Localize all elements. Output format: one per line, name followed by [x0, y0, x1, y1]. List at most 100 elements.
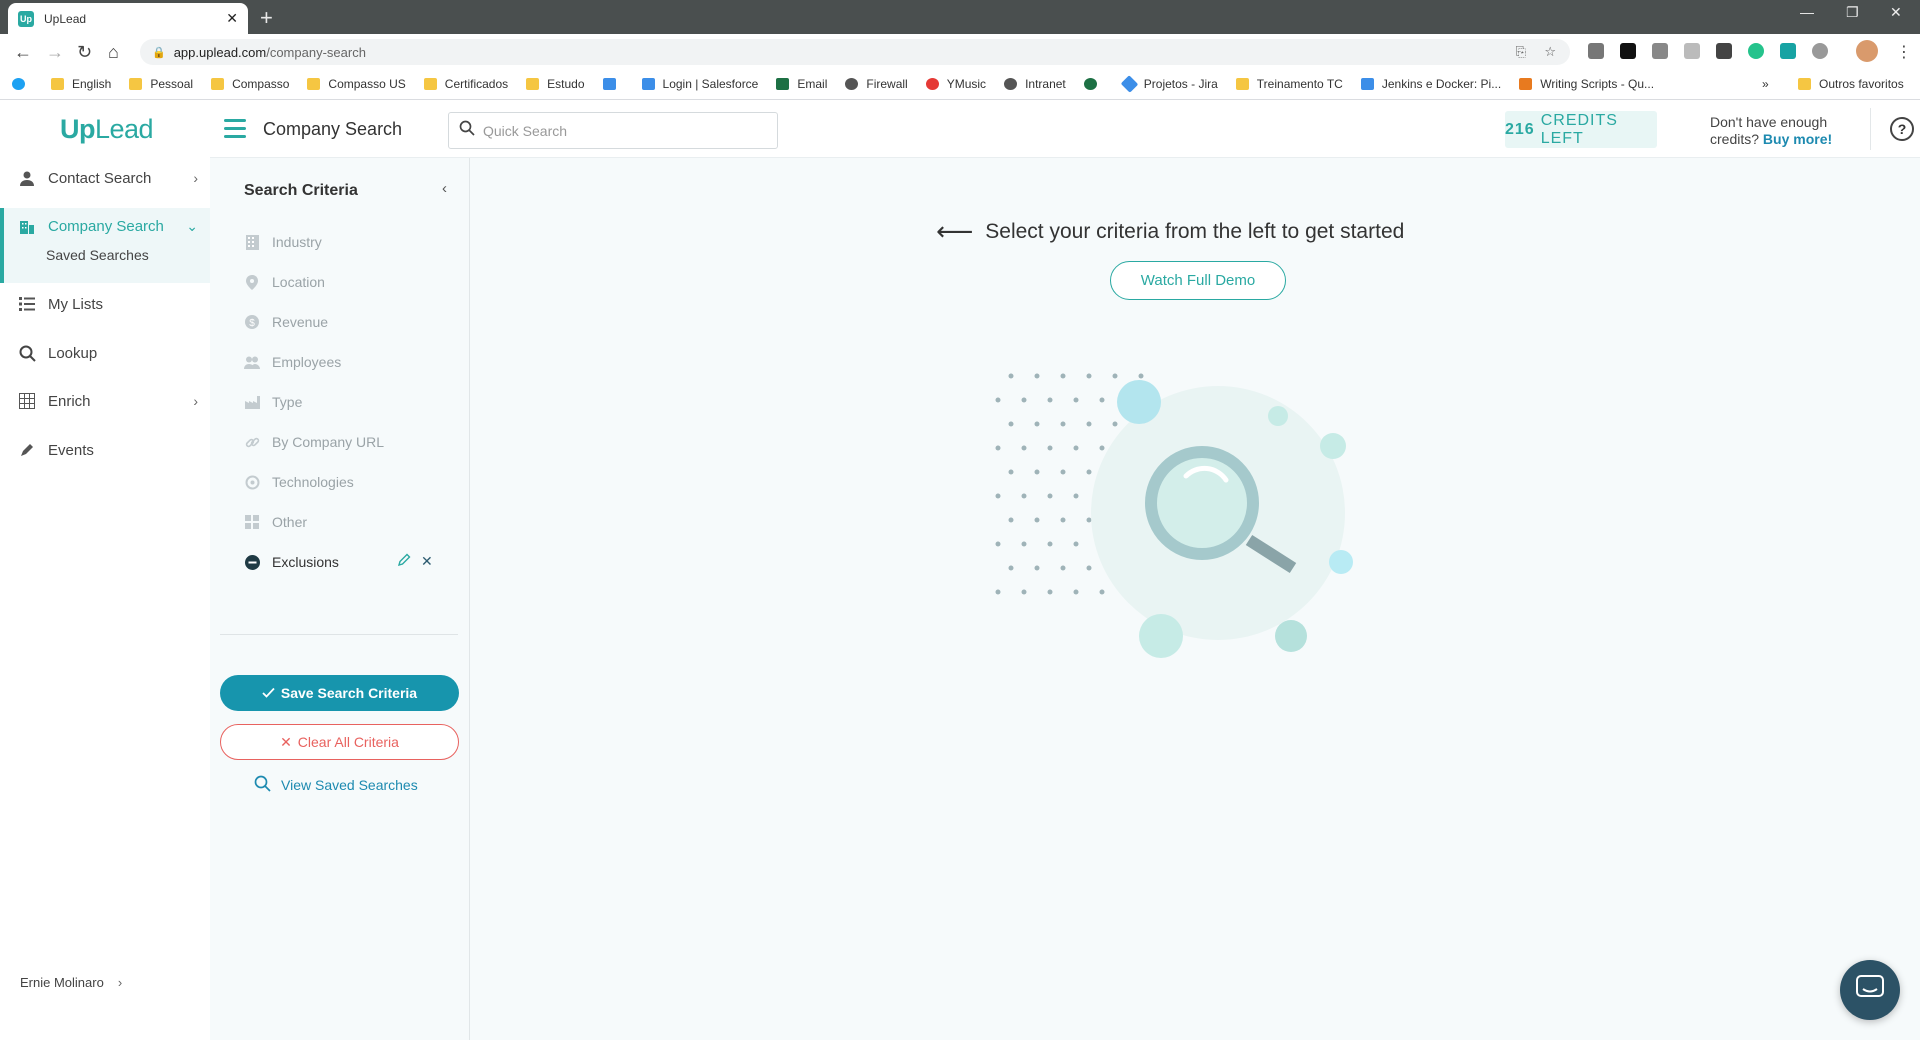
home-icon[interactable]: ⌂ [108, 42, 119, 63]
quick-search-input[interactable] [483, 122, 763, 139]
arrow-left-icon: ⟵ [936, 216, 974, 246]
criteria-item-company-url[interactable]: By Company URL [244, 434, 444, 450]
quick-search-box[interactable] [448, 112, 778, 149]
edit-pencil-icon[interactable] [397, 553, 411, 570]
watch-full-demo-button[interactable]: Watch Full Demo [1110, 261, 1286, 300]
view-saved-searches-link[interactable]: View Saved Searches [254, 775, 418, 795]
reload-icon[interactable]: ↻ [77, 42, 92, 63]
bookmark-twitter[interactable] [12, 78, 33, 90]
lock-icon: 🔒 [152, 46, 166, 59]
link-icon [244, 434, 260, 450]
back-icon[interactable]: ← [14, 42, 32, 63]
bubble [1275, 620, 1307, 652]
new-tab-icon[interactable]: + [260, 5, 273, 31]
bookmark-folder[interactable]: Compasso [211, 77, 289, 91]
bubble [1329, 550, 1353, 574]
building-icon [244, 234, 260, 250]
bookmark-link[interactable]: Writing Scripts - Qu... [1519, 77, 1654, 91]
bookmark-folder[interactable]: Certificados [423, 77, 508, 91]
help-icon[interactable]: ? [1890, 117, 1914, 141]
profile-avatar[interactable] [1856, 40, 1878, 62]
url-path: /company-search [266, 44, 366, 60]
bookmark-folder[interactable]: Treinamento TC [1235, 77, 1343, 91]
sidebar-item-company-search[interactable]: Company Search ⌄ [0, 206, 210, 246]
extension-icon[interactable] [1588, 43, 1604, 59]
chat-launcher-button[interactable] [1840, 960, 1900, 1020]
excel-icon [776, 78, 790, 90]
grammarly-icon[interactable] [1748, 43, 1764, 59]
address-bar[interactable]: 🔒 app.uplead.com/company-search ⎘ ☆ [140, 39, 1570, 65]
window-close-icon[interactable]: ✕ [1890, 4, 1902, 21]
bookmark-link[interactable]: Jenkins e Docker: Pi... [1360, 77, 1501, 91]
chat-icon [1856, 974, 1884, 1006]
user-menu[interactable]: Ernie Molinaro › [20, 975, 122, 990]
pin-icon [244, 274, 260, 290]
bookmark-link[interactable]: Login | Salesforce [641, 77, 758, 91]
sidebar-item-my-lists[interactable]: My Lists [0, 284, 210, 324]
browser-menu-icon[interactable]: ⋮ [1896, 42, 1912, 62]
criteria-item-revenue[interactable]: $ Revenue [244, 314, 444, 330]
extension-icon[interactable] [1812, 43, 1828, 59]
folder-icon [51, 78, 64, 90]
pen-icon [18, 441, 36, 459]
close-icon: ✕ [280, 733, 292, 750]
restore-icon[interactable]: ❐ [1846, 4, 1859, 21]
collapse-panel-icon[interactable]: ‹ [442, 180, 447, 197]
folder-icon [423, 78, 437, 90]
uplead-logo[interactable]: UpLead [60, 114, 154, 145]
bookmark-link[interactable]: YMusic [925, 77, 986, 91]
bookmark-link[interactable]: Firewall [845, 77, 908, 91]
credits-left-badge: 216 CREDITS LEFT [1505, 111, 1657, 148]
sidebar-item-events[interactable]: Events [0, 430, 210, 470]
criteria-item-location[interactable]: Location [244, 274, 444, 290]
bookmark-folder[interactable]: English [51, 77, 111, 91]
other-bookmarks-folder[interactable]: Outros favoritos [1798, 77, 1904, 91]
sidebar-item-contact-search[interactable]: Contact Search › [0, 158, 210, 198]
bookmark-link[interactable] [602, 78, 624, 90]
save-search-criteria-button[interactable]: Save Search Criteria [220, 675, 459, 711]
bookmark-link[interactable]: Email [776, 77, 827, 91]
url-host: app.uplead.com [173, 44, 267, 60]
left-sidebar: UpLead Contact Search › Company Search ⌄… [0, 100, 210, 1040]
criteria-item-employees[interactable]: Employees [244, 354, 444, 370]
criteria-item-industry[interactable]: Industry [244, 234, 444, 250]
bookmark-link[interactable] [1083, 78, 1105, 90]
clear-all-criteria-button[interactable]: ✕ Clear All Criteria [220, 724, 459, 760]
bookmark-folder[interactable]: Estudo [526, 77, 585, 91]
criteria-item-technologies[interactable]: Technologies [244, 474, 444, 490]
bookmark-link[interactable]: Projetos - Jira [1120, 75, 1218, 93]
forward-icon[interactable]: → [46, 42, 64, 63]
browser-tab[interactable]: Up UpLead ✕ [8, 3, 248, 34]
criteria-item-other[interactable]: Other [244, 514, 444, 530]
people-icon [244, 354, 260, 370]
app-header: Company Search 216 CREDITS LEFT Don't ha… [210, 100, 1920, 158]
bookmark-folder[interactable]: Compasso US [307, 77, 406, 91]
sidebar-item-enrich[interactable]: Enrich › [0, 381, 210, 421]
grid-icon [244, 514, 260, 530]
bookmark-folder[interactable]: Pessoal [129, 77, 193, 91]
bookmarks-overflow[interactable]: » [1762, 77, 1769, 91]
tab-title: UpLead [44, 11, 87, 26]
extension-icon[interactable] [1716, 43, 1732, 59]
bookmarks-bar: English Pessoal Compasso Compasso US Cer… [0, 69, 1920, 100]
extension-icon[interactable] [1780, 43, 1796, 59]
hamburger-menu-icon[interactable] [224, 119, 246, 138]
buy-more-link[interactable]: Buy more [1763, 131, 1828, 147]
minimize-icon[interactable]: — [1800, 4, 1814, 20]
bookmark-link[interactable]: Intranet [1004, 77, 1066, 91]
extension-icon[interactable] [1620, 43, 1636, 59]
translate-icon[interactable]: ⎘ [1516, 44, 1526, 60]
star-icon[interactable]: ☆ [1544, 44, 1556, 60]
sidebar-item-lookup[interactable]: Lookup [0, 333, 210, 373]
header-divider [1870, 108, 1871, 150]
dollar-icon: $ [244, 314, 260, 330]
tab-close-icon[interactable]: ✕ [226, 10, 238, 27]
extension-icon[interactable] [1652, 43, 1668, 59]
user-icon [18, 169, 36, 187]
main-content: ⟵ Select your criteria from the left to … [471, 158, 1920, 1040]
folder-icon [1235, 78, 1249, 90]
sidebar-subitem-saved-searches[interactable]: Saved Searches [46, 247, 149, 263]
extension-icon[interactable] [1684, 43, 1700, 59]
criteria-item-type[interactable]: Type [244, 394, 444, 410]
remove-x-icon[interactable]: ✕ [421, 553, 433, 570]
